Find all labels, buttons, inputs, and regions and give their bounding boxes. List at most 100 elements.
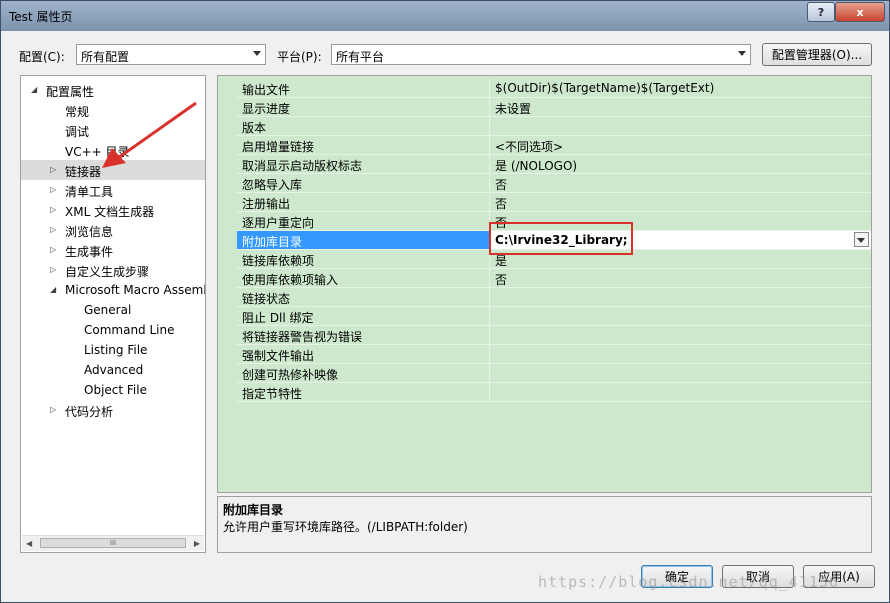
property-name: 使用库依赖项输入 [242,273,339,287]
tree-item-label: Object File [84,383,147,397]
property-grid: 输出文件 $(OutDir)$(TargetName)$(TargetExt) 显示… [217,75,872,493]
scroll-left-icon[interactable]: ◀ [26,539,32,548]
property-name-cell[interactable]: 注册输出 [237,193,490,212]
help-button[interactable]: ? [807,2,835,22]
property-name-cell[interactable]: 忽略导入库 [237,174,490,193]
property-name-cell[interactable]: 显示进度 [237,98,490,117]
property-value-cell[interactable]: 是 (/NOLOGO) [490,155,871,174]
property-row[interactable]: 阻止 Dll 绑定 [218,307,871,326]
property-value-cell[interactable]: $(OutDir)$(TargetName)$(TargetExt) [490,79,871,98]
expand-arrow-icon[interactable]: ▷ [50,165,56,174]
property-row[interactable]: 取消显示启动版权标志 是 (/NOLOGO) [218,155,871,174]
property-row[interactable]: 使用库依赖项输入 否 [218,269,871,288]
chevron-down-icon [253,51,261,56]
tree-item[interactable]: ▷ 清单工具 [21,180,205,200]
tree-item[interactable]: Listing File [21,340,205,360]
window-title: Test 属性页 [9,10,73,24]
property-row[interactable]: 启用增量链接 <不同选项> [218,136,871,155]
property-row[interactable]: 将链接器警告视为错误 [218,326,871,345]
property-value-cell[interactable]: <不同选项> [490,136,871,155]
tree-item[interactable]: ▷ 自定义生成步骤 [21,260,205,280]
property-name-cell[interactable]: 取消显示启动版权标志 [237,155,490,174]
property-name-cell[interactable]: 使用库依赖项输入 [237,269,490,288]
row-gutter [218,98,237,117]
tree-item[interactable]: ▷ 代码分析 [21,400,205,420]
expand-arrow-icon[interactable]: ▷ [50,265,56,274]
scroll-right-icon[interactable]: ▶ [194,539,200,548]
property-value-cell[interactable] [490,364,871,383]
property-row[interactable]: 创建可热修补映像 [218,364,871,383]
property-row[interactable]: 忽略导入库 否 [218,174,871,193]
platform-select[interactable]: 所有平台 [331,44,751,65]
tree-item[interactable]: ▷ 生成事件 [21,240,205,260]
tree-item[interactable]: General [21,300,205,320]
collapse-arrow-icon[interactable]: ◢ [31,85,37,94]
help-icon: ? [817,5,825,19]
property-name-cell[interactable]: 强制文件输出 [237,345,490,364]
property-row[interactable]: 输出文件 $(OutDir)$(TargetName)$(TargetExt) [218,79,871,98]
property-value-cell[interactable] [490,307,871,326]
row-gutter [218,231,237,250]
row-gutter [218,79,237,98]
property-name: 指定节特性 [242,387,303,401]
tree-item[interactable]: Advanced [21,360,205,380]
property-row[interactable]: 注册输出 否 [218,193,871,212]
tree-item[interactable]: 调试 [21,120,205,140]
tree-item[interactable]: VC++ 目录 [21,140,205,160]
title-bar: Test 属性页 ? x [1,1,889,31]
property-row[interactable]: 显示进度 未设置 [218,98,871,117]
property-value-cell[interactable]: 否 [490,174,871,193]
property-name-cell[interactable]: 版本 [237,117,490,136]
property-name: 创建可热修补映像 [242,368,339,382]
row-gutter [218,288,237,307]
tree-item[interactable]: Command Line [21,320,205,340]
property-name-cell[interactable]: 输出文件 [237,79,490,98]
property-value-cell[interactable] [490,326,871,345]
property-row[interactable]: 强制文件输出 [218,345,871,364]
value-dropdown-button[interactable] [854,232,869,247]
property-row[interactable]: 链接状态 [218,288,871,307]
row-gutter [218,193,237,212]
property-name-cell[interactable]: 阻止 Dll 绑定 [237,307,490,326]
tree-horizontal-scrollbar[interactable]: ◀ III ▶ [22,535,204,551]
property-value-cell[interactable]: 否 [490,269,871,288]
property-value-cell[interactable]: 未设置 [490,98,871,117]
tree-item-label: Listing File [84,343,148,357]
tree-item[interactable]: ▷ 链接器 [21,160,205,180]
configuration-manager-button[interactable]: 配置管理器(O)... [762,43,872,66]
property-name-cell[interactable]: 指定节特性 [237,383,490,402]
property-name-cell[interactable]: 链接库依赖项 [237,250,490,269]
expand-arrow-icon[interactable]: ▷ [50,405,56,414]
tree-item[interactable]: ◢ 配置属性 [21,80,205,100]
property-row[interactable]: 版本 [218,117,871,136]
tree-item[interactable]: Object File [21,380,205,400]
property-value-cell[interactable] [490,117,871,136]
scroll-thumb[interactable]: III [40,538,186,548]
property-value-cell[interactable]: 否 [490,193,871,212]
expand-arrow-icon[interactable]: ▷ [50,205,56,214]
expand-arrow-icon[interactable]: ▷ [50,185,56,194]
tree-item[interactable]: ◢ Microsoft Macro Assembler [21,280,205,300]
property-name-cell[interactable]: 将链接器警告视为错误 [237,326,490,345]
tree-item[interactable]: ▷ 浏览信息 [21,220,205,240]
expand-arrow-icon[interactable]: ▷ [50,225,56,234]
property-value-cell[interactable] [490,345,871,364]
tree-item[interactable]: 常规 [21,100,205,120]
property-name-cell[interactable]: 链接状态 [237,288,490,307]
collapse-arrow-icon[interactable]: ◢ [50,285,56,294]
property-name-cell[interactable]: 创建可热修补映像 [237,364,490,383]
tree-item-label: 清单工具 [65,185,114,199]
property-name-cell[interactable]: 逐用户重定向 [237,212,490,231]
property-name-cell[interactable]: 启用增量链接 [237,136,490,155]
property-value-cell[interactable] [490,383,871,402]
property-row[interactable]: 指定节特性 [218,383,871,402]
configuration-select[interactable]: 所有配置 [76,44,266,65]
property-value-cell[interactable] [490,288,871,307]
tree-item[interactable]: ▷ XML 文档生成器 [21,200,205,220]
expand-arrow-icon[interactable]: ▷ [50,245,56,254]
tree-item-label: 代码分析 [65,405,114,419]
property-name: 链接状态 [242,292,291,306]
platform-value: 所有平台 [336,50,385,64]
close-button[interactable]: x [835,2,885,22]
property-name-cell[interactable]: 附加库目录 [237,231,490,250]
